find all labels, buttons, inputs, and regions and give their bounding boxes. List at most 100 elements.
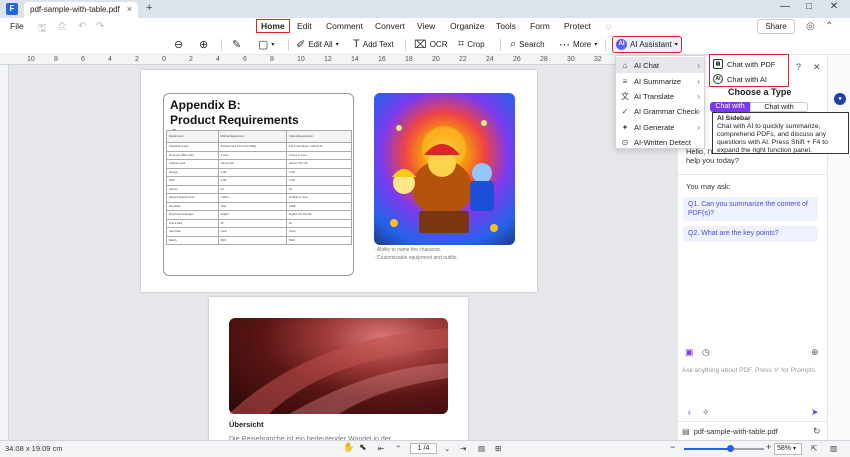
ai-robot-icon[interactable]: ● [834,93,846,105]
zoom-slider-handle[interactable] [726,445,734,452]
next-page-icon[interactable]: ⌄ [444,444,450,453]
close-tab-icon[interactable]: × [127,4,132,14]
ai-summarize-menu-item[interactable]: ≡ AI Summarize › [616,73,704,89]
menu-view[interactable]: View [417,21,435,31]
file-menu[interactable]: File [10,21,24,31]
table-header-cell: Optimal Requirement [285,130,353,143]
first-page-icon[interactable]: ⇤ [378,444,384,453]
menu-comment[interactable]: Comment [326,21,363,31]
ai-generate-menu-item[interactable]: ✦ AI Generate › [616,119,704,135]
ai-detect-label: AI-Written Detect [634,137,691,147]
document-tab[interactable]: pdf-sample-with-table.pdf × [24,2,138,18]
requirements-card: Appendix B: Product Requirements Summary… [163,93,354,276]
history-icon[interactable]: ◷ [702,347,710,358]
thinking-icon[interactable]: ✧ [702,407,710,418]
table-cell: Supported Languages [166,210,219,220]
menu-protect[interactable]: Protect [564,21,591,31]
close-window-icon[interactable]: ✕ [825,1,843,12]
zoom-in-button[interactable]: ⊕ [199,38,208,51]
chat-with-ai-item[interactable]: AI Chat with AI [713,72,787,86]
zoom-level-field[interactable]: 58% ▾ [774,443,802,455]
file-icon: ▤ [682,427,690,436]
ruler-number: 12 [324,56,332,63]
table-row: Save Data Local Cloud [166,227,353,237]
crop-button[interactable]: ⌗ Crop [458,38,485,51]
undo-icon[interactable]: ↶ [78,21,86,32]
menu-edit[interactable]: Edit [297,21,312,31]
image-upload-icon[interactable]: ▣ [685,347,694,358]
minimize-icon[interactable]: — [776,1,794,12]
suggestion-q2[interactable]: Q2. What are the key points? [683,226,818,242]
table-cell: Graphics Card [166,159,219,169]
menu-organize[interactable]: Organize [450,21,485,31]
panel-toggle-icon[interactable]: ▥ [830,444,837,453]
redo-icon[interactable]: ↷ [96,21,104,32]
suggestion-q1[interactable]: Q1. Can you summarize the content of PDF… [683,197,818,221]
last-page-icon[interactable]: ⇥ [460,444,466,453]
ruler-number: 10 [297,56,305,63]
edit-all-button[interactable]: ✐ Edit All ▾ [296,38,339,51]
page-view-icon[interactable]: ▤ [478,444,485,453]
zoom-in-status-icon[interactable]: + [766,442,771,452]
text-icon: T [353,38,360,50]
send-icon[interactable]: ➤ [811,407,819,418]
share-button[interactable]: Share [757,19,795,34]
ai-grammar-menu-item[interactable]: ✓ AI Grammar Check › [616,103,704,119]
search-label: Search [519,40,545,49]
search-button[interactable]: ⌕ Search [510,38,545,51]
ruler-number: 14 [351,56,359,63]
table-cell: iOS 14 and above, Android 10 [285,142,353,152]
ai-chat-menu-item[interactable]: ⌂ AI Chat › [616,57,704,73]
page-number-field[interactable]: 1 /4 [410,443,437,454]
ask-input[interactable]: Ask anything about PDF. Press '#' for Pr… [682,367,824,374]
table-row: Graphics Card Adreno 618 Adreno 730, 740 [166,159,353,169]
new-tab-icon[interactable]: + [146,2,152,14]
table-cell: English, ES, FR, DE [285,210,353,220]
help-icon[interactable]: ? [796,62,801,72]
chat-with-pdf-item[interactable]: ▤ Chat with PDF [713,57,787,71]
file-chip[interactable]: ▤ pdf-sample-with-table.pdf [682,427,778,436]
account-icon[interactable]: ◎ [806,21,815,32]
feature-bullet-2: · Customizable equipment and outfits. [374,255,458,261]
highlight-button[interactable]: ✎ [232,38,241,51]
menu-tools[interactable]: Tools [496,21,516,31]
menu-convert[interactable]: Convert [375,21,405,31]
app-logo: F [6,3,18,15]
maximize-icon[interactable]: □ [800,1,818,12]
chat-with-ai-tab[interactable]: Chat with [750,102,808,112]
ai-detect-menu-item[interactable]: ⊙ AI-Written Detect [616,134,704,150]
print-icon[interactable]: ⎙ [58,21,66,32]
close-panel-icon[interactable]: ✕ [813,62,821,73]
add-text-button[interactable]: T Add Text [353,38,394,50]
table-cell: Processor (Main Chip) [166,150,219,160]
chevron-up-icon[interactable]: ⌃ [825,21,833,32]
separator [500,39,501,51]
fit-width-icon[interactable]: ⊞ [495,444,501,453]
chat-with-ai-label: Chat with AI [727,74,768,84]
ai-assistant-button[interactable]: AI AI Assistant ▾ [612,36,682,53]
lightbulb-icon[interactable]: ☼ [604,21,613,32]
menu-home[interactable]: Home [256,19,290,33]
ai-translate-menu-item[interactable]: 文 AI Translate › [616,88,704,104]
prompt-bulb-icon[interactable]: ♁ [686,407,693,417]
chat-with-pdf-tab[interactable]: Chat with [710,102,750,112]
page-dimensions: 34.08 x 19.09 cm [5,444,63,453]
select-tool-icon[interactable]: ⬉ [359,442,367,453]
prev-page-icon[interactable]: ⌃ [395,444,401,453]
table-cell: 8 cores or more [285,150,353,160]
refresh-icon[interactable]: ↻ [813,426,821,437]
fullscreen-icon[interactable]: ⇱ [811,444,817,453]
table-row: RAM 2 GB 4 GB [166,176,353,186]
ocr-button[interactable]: ⌧ OCR [414,38,447,51]
table-cell: Internet [166,184,219,194]
tooltip-body: Chat with AI to quickly summarize, compr… [717,123,828,154]
zoom-out-button[interactable]: ⊖ [174,38,183,51]
zoom-out-status-icon[interactable]: − [670,442,675,452]
add-chat-icon[interactable]: ⊕ [811,347,819,358]
hand-tool-icon[interactable]: ✋ [343,442,354,453]
shape-button[interactable]: ▢ ▾ [258,38,274,51]
menu-form[interactable]: Form [530,21,550,31]
ruler-number: 28 [540,56,548,63]
more-button[interactable]: ⋯ More ▾ [559,38,597,51]
more-icon: ⋯ [559,39,570,51]
